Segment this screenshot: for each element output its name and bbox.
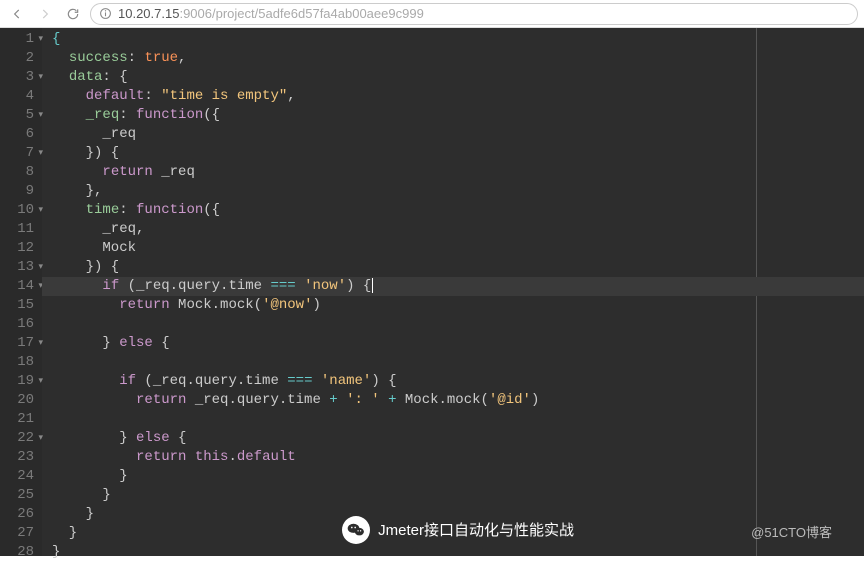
code-line[interactable]: data: { xyxy=(42,68,864,87)
wechat-icon xyxy=(342,516,370,544)
badge-text: Jmeter接口自动化与性能实战 xyxy=(378,521,574,540)
code-line[interactable] xyxy=(42,410,864,429)
code-line[interactable]: _req xyxy=(42,125,864,144)
code-line[interactable]: } xyxy=(42,543,864,562)
code-line[interactable]: if (_req.query.time === 'name') { xyxy=(42,372,864,391)
code-line[interactable]: { xyxy=(42,30,864,49)
code-area[interactable]: { success: true, data: { default: "time … xyxy=(42,28,864,556)
info-icon xyxy=(99,7,112,20)
code-line[interactable]: Mock xyxy=(42,239,864,258)
watermark: @51CTO博客 xyxy=(751,523,832,542)
code-line[interactable]: } else { xyxy=(42,429,864,448)
code-line[interactable]: success: true, xyxy=(42,49,864,68)
address-bar[interactable]: 10.20.7.15:9006/project/5adfe6d57fa4ab00… xyxy=(90,3,858,25)
code-line[interactable]: } xyxy=(42,467,864,486)
code-line[interactable]: }) { xyxy=(42,258,864,277)
code-line[interactable] xyxy=(42,353,864,372)
code-line[interactable]: return _req xyxy=(42,163,864,182)
arrow-right-icon xyxy=(38,7,52,21)
code-line[interactable]: _req: function({ xyxy=(42,106,864,125)
back-button[interactable] xyxy=(6,3,28,25)
code-line[interactable]: return Mock.mock('@now') xyxy=(42,296,864,315)
forward-button[interactable] xyxy=(34,3,56,25)
code-line[interactable]: if (_req.query.time === 'now') { xyxy=(42,277,864,296)
line-gutter: 1234567891011121314151617181920212223242… xyxy=(0,28,42,556)
code-line[interactable]: }, xyxy=(42,182,864,201)
code-line[interactable]: return _req.query.time + ': ' + Mock.moc… xyxy=(42,391,864,410)
code-line[interactable]: default: "time is empty", xyxy=(42,87,864,106)
arrow-left-icon xyxy=(10,7,24,21)
code-line[interactable]: } else { xyxy=(42,334,864,353)
code-line[interactable] xyxy=(42,315,864,334)
code-line[interactable]: _req, xyxy=(42,220,864,239)
code-line[interactable]: } xyxy=(42,486,864,505)
url-text: 10.20.7.15:9006/project/5adfe6d57fa4ab00… xyxy=(118,6,424,21)
reload-icon xyxy=(66,7,80,21)
reload-button[interactable] xyxy=(62,3,84,25)
code-line[interactable]: time: function({ xyxy=(42,201,864,220)
browser-toolbar: 10.20.7.15:9006/project/5adfe6d57fa4ab00… xyxy=(0,0,864,28)
wechat-badge: Jmeter接口自动化与性能实战 xyxy=(342,516,574,544)
code-editor[interactable]: 1234567891011121314151617181920212223242… xyxy=(0,28,864,556)
code-line[interactable]: }) { xyxy=(42,144,864,163)
code-line[interactable]: return this.default xyxy=(42,448,864,467)
